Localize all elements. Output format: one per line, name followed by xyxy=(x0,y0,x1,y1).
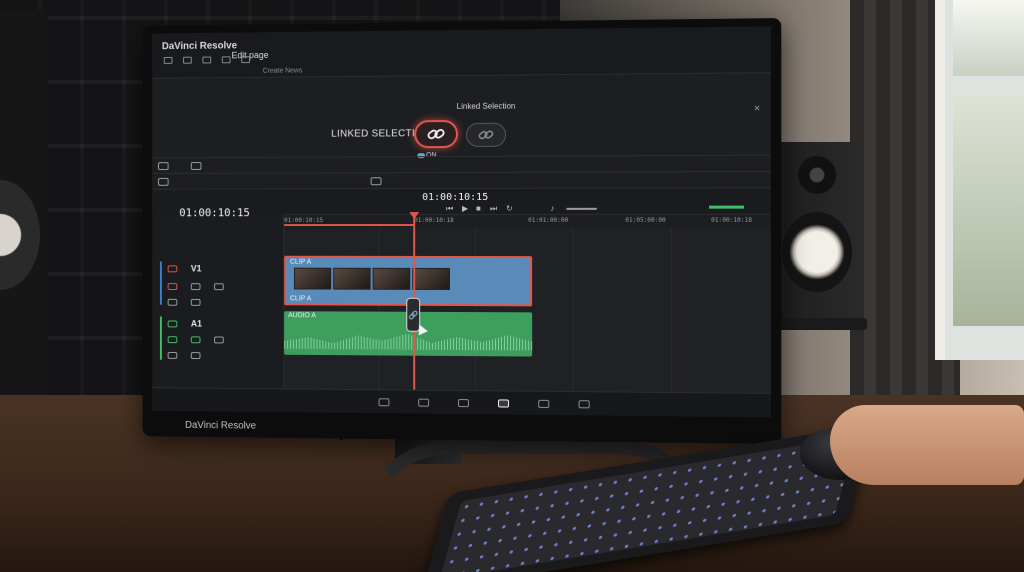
clip-thumbnail xyxy=(333,267,371,290)
clip-thumbnail xyxy=(372,267,411,290)
link-icon[interactable] xyxy=(214,336,224,344)
toolbar-row-2 xyxy=(152,170,771,189)
ruler-tick-label: 01:00:10:18 xyxy=(414,217,454,225)
clip-thumbnail xyxy=(293,267,332,290)
home-icon[interactable] xyxy=(241,56,251,64)
link-icon xyxy=(428,129,445,140)
footer-brand: DaVinci Resolve xyxy=(185,419,257,432)
audio-track-name: A1 xyxy=(190,318,202,329)
video-track-name: V1 xyxy=(190,263,202,274)
ruler-tick-label: 01:00:10:18 xyxy=(711,216,753,224)
clip-label: CLIP A xyxy=(290,258,312,266)
top-bar: DaVinci Resolve Edit page Create News xyxy=(152,26,771,79)
cut-page-icon[interactable] xyxy=(418,398,430,407)
audio-target-icon[interactable] xyxy=(167,336,178,344)
app-title: DaVinci Resolve xyxy=(161,40,238,53)
linked-selection-on-button[interactable] xyxy=(414,119,458,149)
fairlight-page-icon[interactable] xyxy=(578,400,590,409)
speaker-stand xyxy=(775,318,867,330)
clip-thumbnail xyxy=(412,267,451,290)
clip-label: CLIP A xyxy=(290,295,312,303)
linked-selection-off-button[interactable] xyxy=(465,122,507,147)
video-track-indicator xyxy=(159,261,162,305)
monitor-icon[interactable] xyxy=(221,56,231,64)
page-title: Edit page xyxy=(231,49,269,61)
fusion-page-icon[interactable] xyxy=(457,399,469,408)
lock-icon[interactable] xyxy=(167,265,178,273)
link-icon xyxy=(478,129,494,141)
gear-icon[interactable] xyxy=(167,351,178,359)
link-icon: 🔗 xyxy=(408,310,419,320)
in-out-range xyxy=(284,224,414,227)
mute-icon[interactable] xyxy=(190,352,201,360)
skip-back-icon[interactable]: ⏮ xyxy=(446,204,453,214)
video-target-icon[interactable] xyxy=(167,283,178,291)
track-headers: 01:00:10:15 V1 A1 xyxy=(152,206,285,389)
audio-clip-label: AUDIO A xyxy=(288,312,316,320)
transport-timecode: 01:00:10:15 xyxy=(422,191,489,204)
ruler-tick-label: 01:05:00:00 xyxy=(625,216,666,224)
stop-icon[interactable]: ■ xyxy=(476,204,481,213)
ruler-tick-label: 01:00:10:15 xyxy=(284,217,324,225)
audio-waveform xyxy=(284,329,532,351)
viewer-icon[interactable] xyxy=(158,177,169,186)
media-icon[interactable] xyxy=(183,56,192,64)
resolve-screen: DaVinci Resolve Edit page Create News Li… xyxy=(152,26,771,418)
close-icon[interactable]: ✕ xyxy=(754,104,761,113)
project-name: Create News xyxy=(262,67,303,75)
monitor-icon[interactable] xyxy=(190,298,201,306)
audio-track-indicator xyxy=(159,316,162,360)
gear-icon[interactable] xyxy=(167,298,178,306)
monitor: DaVinci Resolve Edit page Create News Li… xyxy=(142,18,782,444)
audio-meter xyxy=(709,205,745,209)
left-speaker xyxy=(0,10,48,410)
color-page-icon[interactable] xyxy=(538,399,550,408)
link-icon[interactable] xyxy=(214,283,224,291)
skip-forward-icon[interactable]: ⏭ xyxy=(490,204,497,214)
auto-select-icon[interactable] xyxy=(190,283,201,291)
right-speaker xyxy=(770,142,862,322)
clips-icon[interactable] xyxy=(202,56,212,64)
timeline-area[interactable]: CLIP A CLIP A AUDIO A 🔗 xyxy=(284,212,771,393)
layout-icon[interactable] xyxy=(158,162,169,171)
hand xyxy=(830,405,1024,485)
auto-select-icon[interactable] xyxy=(190,336,201,344)
view-icon[interactable] xyxy=(190,162,202,170)
play-icon[interactable]: ▶ xyxy=(462,204,468,213)
panel-title: Linked Selection xyxy=(456,101,516,111)
window xyxy=(935,0,1024,360)
edit-page-icon[interactable] xyxy=(498,399,510,408)
volume-slider[interactable] xyxy=(566,207,597,210)
loop-icon[interactable]: ↻ xyxy=(506,204,513,213)
lock-icon[interactable] xyxy=(167,320,178,328)
ruler-tick-label: 01:01:00:00 xyxy=(528,216,569,224)
media-page-icon[interactable] xyxy=(378,398,390,407)
page-navigation-bar xyxy=(152,387,771,418)
zoom-icon[interactable] xyxy=(370,177,382,186)
undo-icon[interactable] xyxy=(163,56,173,64)
speaker-icon[interactable]: ♪ xyxy=(550,204,554,213)
timeline-timecode: 01:00:10:15 xyxy=(179,206,250,220)
